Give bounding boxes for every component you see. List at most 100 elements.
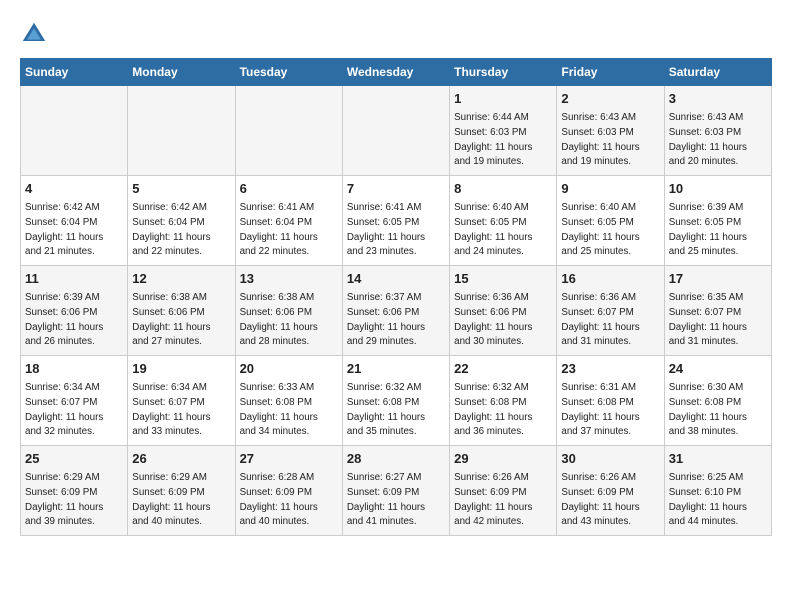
calendar-cell (21, 86, 128, 176)
day-number: 20 (240, 360, 338, 378)
week-row-5: 25 Sunrise: 6:29 AM Sunset: 6:09 PM Dayli… (21, 446, 772, 536)
calendar-cell: 31 Sunrise: 6:25 AM Sunset: 6:10 PM Dayli… (664, 446, 771, 536)
calendar-cell: 19 Sunrise: 6:34 AM Sunset: 6:07 PM Dayli… (128, 356, 235, 446)
calendar-cell (235, 86, 342, 176)
day-info: Sunrise: 6:27 AM Sunset: 6:09 PM Dayligh… (347, 472, 425, 527)
day-info: Sunrise: 6:34 AM Sunset: 6:07 PM Dayligh… (132, 382, 210, 437)
day-info: Sunrise: 6:39 AM Sunset: 6:05 PM Dayligh… (669, 202, 747, 257)
logo (20, 20, 52, 48)
day-number: 4 (25, 180, 123, 198)
day-info: Sunrise: 6:35 AM Sunset: 6:07 PM Dayligh… (669, 292, 747, 347)
day-info: Sunrise: 6:43 AM Sunset: 6:03 PM Dayligh… (561, 112, 639, 167)
day-number: 30 (561, 450, 659, 468)
header-cell-tuesday: Tuesday (235, 59, 342, 86)
header (20, 20, 772, 48)
day-number: 6 (240, 180, 338, 198)
header-cell-sunday: Sunday (21, 59, 128, 86)
day-info: Sunrise: 6:36 AM Sunset: 6:07 PM Dayligh… (561, 292, 639, 347)
calendar-cell: 23 Sunrise: 6:31 AM Sunset: 6:08 PM Dayli… (557, 356, 664, 446)
day-info: Sunrise: 6:36 AM Sunset: 6:06 PM Dayligh… (454, 292, 532, 347)
header-row: SundayMondayTuesdayWednesdayThursdayFrid… (21, 59, 772, 86)
day-info: Sunrise: 6:30 AM Sunset: 6:08 PM Dayligh… (669, 382, 747, 437)
header-cell-wednesday: Wednesday (342, 59, 449, 86)
day-info: Sunrise: 6:44 AM Sunset: 6:03 PM Dayligh… (454, 112, 532, 167)
calendar-cell: 1 Sunrise: 6:44 AM Sunset: 6:03 PM Daylig… (450, 86, 557, 176)
day-number: 11 (25, 270, 123, 288)
day-number: 22 (454, 360, 552, 378)
day-number: 8 (454, 180, 552, 198)
day-info: Sunrise: 6:31 AM Sunset: 6:08 PM Dayligh… (561, 382, 639, 437)
day-number: 28 (347, 450, 445, 468)
day-info: Sunrise: 6:37 AM Sunset: 6:06 PM Dayligh… (347, 292, 425, 347)
calendar-cell: 16 Sunrise: 6:36 AM Sunset: 6:07 PM Dayli… (557, 266, 664, 356)
calendar-cell: 18 Sunrise: 6:34 AM Sunset: 6:07 PM Dayli… (21, 356, 128, 446)
general-blue-icon (20, 20, 48, 48)
calendar-cell: 8 Sunrise: 6:40 AM Sunset: 6:05 PM Daylig… (450, 176, 557, 266)
day-info: Sunrise: 6:34 AM Sunset: 6:07 PM Dayligh… (25, 382, 103, 437)
day-number: 5 (132, 180, 230, 198)
week-row-2: 4 Sunrise: 6:42 AM Sunset: 6:04 PM Daylig… (21, 176, 772, 266)
day-number: 18 (25, 360, 123, 378)
day-info: Sunrise: 6:25 AM Sunset: 6:10 PM Dayligh… (669, 472, 747, 527)
calendar-cell: 3 Sunrise: 6:43 AM Sunset: 6:03 PM Daylig… (664, 86, 771, 176)
day-number: 19 (132, 360, 230, 378)
day-number: 13 (240, 270, 338, 288)
day-number: 27 (240, 450, 338, 468)
day-number: 24 (669, 360, 767, 378)
day-number: 1 (454, 90, 552, 108)
calendar-cell: 13Sunrise: 6:38 AM Sunset: 6:06 PM Dayli… (235, 266, 342, 356)
calendar-cell: 10Sunrise: 6:39 AM Sunset: 6:05 PM Dayli… (664, 176, 771, 266)
day-number: 7 (347, 180, 445, 198)
calendar-cell (128, 86, 235, 176)
day-number: 3 (669, 90, 767, 108)
day-number: 25 (25, 450, 123, 468)
day-info: Sunrise: 6:26 AM Sunset: 6:09 PM Dayligh… (561, 472, 639, 527)
calendar-cell: 29 Sunrise: 6:26 AM Sunset: 6:09 PM Dayli… (450, 446, 557, 536)
day-number: 17 (669, 270, 767, 288)
day-info: Sunrise: 6:33 AM Sunset: 6:08 PM Dayligh… (240, 382, 318, 437)
calendar-cell: 30 Sunrise: 6:26 AM Sunset: 6:09 PM Dayli… (557, 446, 664, 536)
calendar-cell: 5 Sunrise: 6:42 AM Sunset: 6:04 PM Daylig… (128, 176, 235, 266)
week-row-4: 18 Sunrise: 6:34 AM Sunset: 6:07 PM Dayli… (21, 356, 772, 446)
calendar-header: SundayMondayTuesdayWednesdayThursdayFrid… (21, 59, 772, 86)
header-cell-friday: Friday (557, 59, 664, 86)
calendar-cell: 20 Sunrise: 6:33 AM Sunset: 6:08 PM Dayli… (235, 356, 342, 446)
day-number: 26 (132, 450, 230, 468)
day-info: Sunrise: 6:28 AM Sunset: 6:09 PM Dayligh… (240, 472, 318, 527)
calendar-cell: 28 Sunrise: 6:27 AM Sunset: 6:09 PM Dayli… (342, 446, 449, 536)
calendar-cell: 12Sunrise: 6:38 AM Sunset: 6:06 PM Dayli… (128, 266, 235, 356)
calendar-cell: 2Sunrise: 6:43 AM Sunset: 6:03 PM Daylig… (557, 86, 664, 176)
day-number: 29 (454, 450, 552, 468)
day-number: 31 (669, 450, 767, 468)
calendar-cell: 22Sunrise: 6:32 AM Sunset: 6:08 PM Dayli… (450, 356, 557, 446)
calendar-cell: 15 Sunrise: 6:36 AM Sunset: 6:06 PM Dayli… (450, 266, 557, 356)
day-info: Sunrise: 6:41 AM Sunset: 6:05 PM Dayligh… (347, 202, 425, 257)
day-info: Sunrise: 6:32 AM Sunset: 6:08 PM Dayligh… (347, 382, 425, 437)
calendar-cell: 27 Sunrise: 6:28 AM Sunset: 6:09 PM Dayli… (235, 446, 342, 536)
day-info: Sunrise: 6:26 AM Sunset: 6:09 PM Dayligh… (454, 472, 532, 527)
day-info: Sunrise: 6:38 AM Sunset: 6:06 PM Dayligh… (132, 292, 210, 347)
header-cell-saturday: Saturday (664, 59, 771, 86)
day-info: Sunrise: 6:42 AM Sunset: 6:04 PM Dayligh… (132, 202, 210, 257)
calendar-body: 1 Sunrise: 6:44 AM Sunset: 6:03 PM Daylig… (21, 86, 772, 536)
calendar-table: SundayMondayTuesdayWednesdayThursdayFrid… (20, 58, 772, 536)
day-info: Sunrise: 6:29 AM Sunset: 6:09 PM Dayligh… (132, 472, 210, 527)
day-number: 23 (561, 360, 659, 378)
day-info: Sunrise: 6:40 AM Sunset: 6:05 PM Dayligh… (454, 202, 532, 257)
day-info: Sunrise: 6:29 AM Sunset: 6:09 PM Dayligh… (25, 472, 103, 527)
calendar-cell: 4 Sunrise: 6:42 AM Sunset: 6:04 PM Daylig… (21, 176, 128, 266)
day-info: Sunrise: 6:39 AM Sunset: 6:06 PM Dayligh… (25, 292, 103, 347)
day-info: Sunrise: 6:43 AM Sunset: 6:03 PM Dayligh… (669, 112, 747, 167)
day-number: 16 (561, 270, 659, 288)
day-info: Sunrise: 6:40 AM Sunset: 6:05 PM Dayligh… (561, 202, 639, 257)
calendar-cell (342, 86, 449, 176)
week-row-3: 11 Sunrise: 6:39 AM Sunset: 6:06 PM Dayli… (21, 266, 772, 356)
calendar-cell: 26 Sunrise: 6:29 AM Sunset: 6:09 PM Dayli… (128, 446, 235, 536)
day-number: 14 (347, 270, 445, 288)
calendar-cell: 6Sunrise: 6:41 AM Sunset: 6:04 PM Daylig… (235, 176, 342, 266)
calendar-cell: 14 Sunrise: 6:37 AM Sunset: 6:06 PM Dayli… (342, 266, 449, 356)
day-number: 15 (454, 270, 552, 288)
day-info: Sunrise: 6:42 AM Sunset: 6:04 PM Dayligh… (25, 202, 103, 257)
day-number: 9 (561, 180, 659, 198)
calendar-cell: 11 Sunrise: 6:39 AM Sunset: 6:06 PM Dayli… (21, 266, 128, 356)
